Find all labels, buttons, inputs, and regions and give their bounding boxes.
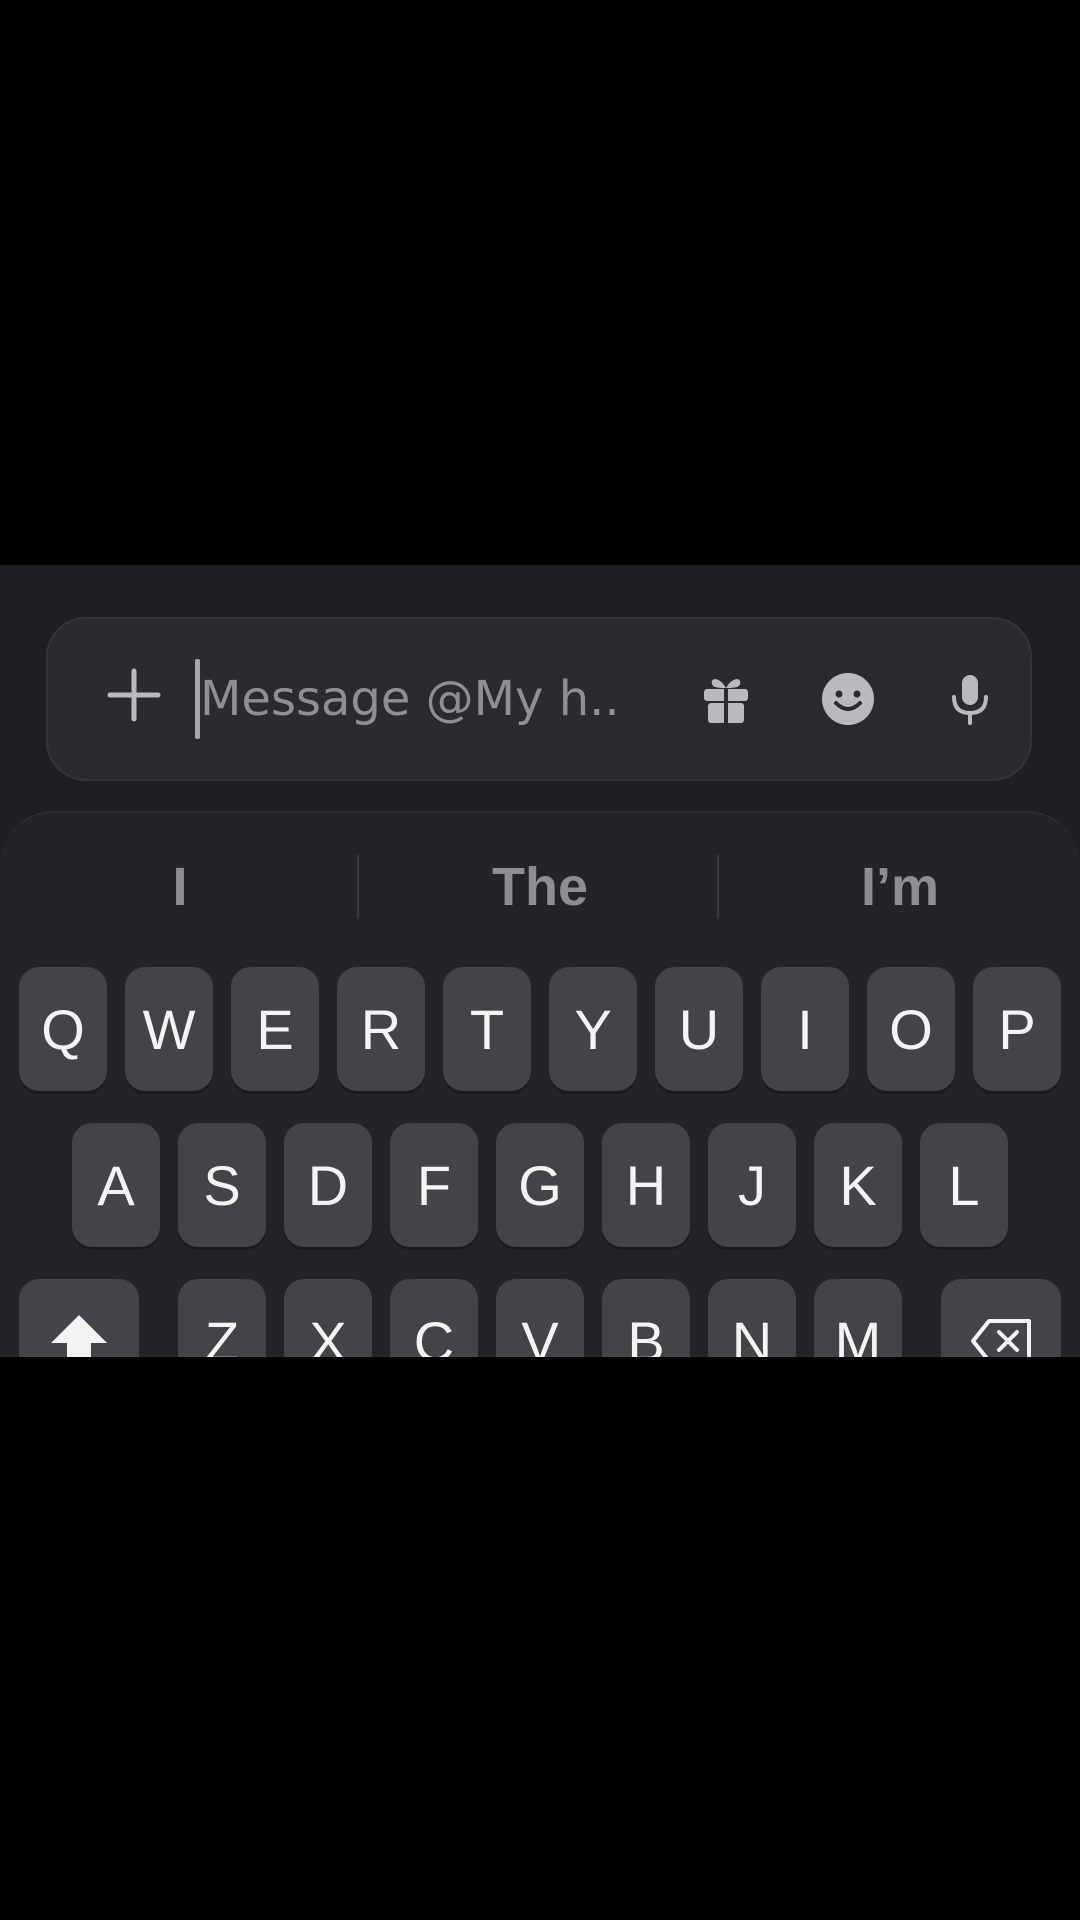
key-label: L <box>948 1153 980 1217</box>
key-label: T <box>469 997 505 1061</box>
suggestion-item[interactable]: I’m <box>750 851 1050 923</box>
key-t[interactable]: T <box>443 967 531 1091</box>
key-label: B <box>627 1309 665 1358</box>
key-j[interactable]: J <box>708 1123 796 1247</box>
key-w[interactable]: W <box>125 967 213 1091</box>
key-label: Y <box>574 997 612 1061</box>
gift-icon <box>704 679 748 723</box>
key-label: N <box>731 1309 773 1358</box>
suggestion-divider <box>717 855 719 919</box>
key-label: E <box>256 997 294 1061</box>
chat-input-area: I The I’m Q W E R T Y U I O P A S D F G … <box>0 565 1080 1357</box>
key-label: H <box>625 1153 667 1217</box>
backspace-icon <box>971 1319 1031 1357</box>
key-label: O <box>889 997 933 1061</box>
key-k[interactable]: K <box>814 1123 902 1247</box>
key-f[interactable]: F <box>390 1123 478 1247</box>
screen: I The I’m Q W E R T Y U I O P A S D F G … <box>0 0 1080 1920</box>
key-r[interactable]: R <box>337 967 425 1091</box>
key-label: V <box>521 1309 559 1358</box>
microphone-icon <box>952 675 988 725</box>
key-label: K <box>839 1153 877 1217</box>
key-label: P <box>998 997 1036 1061</box>
key-q[interactable]: Q <box>19 967 107 1091</box>
key-o[interactable]: O <box>867 967 955 1091</box>
key-label: D <box>307 1153 349 1217</box>
key-i[interactable]: I <box>761 967 849 1091</box>
gift-button[interactable] <box>684 657 768 741</box>
key-label: J <box>738 1153 766 1217</box>
message-composer <box>46 617 1032 781</box>
emoji-button[interactable] <box>806 657 890 741</box>
key-s[interactable]: S <box>178 1123 266 1247</box>
suggestion-item[interactable]: The <box>390 851 690 923</box>
key-b[interactable]: B <box>602 1279 690 1357</box>
key-c[interactable]: C <box>390 1279 478 1357</box>
key-z[interactable]: Z <box>178 1279 266 1357</box>
key-p[interactable]: P <box>973 967 1061 1091</box>
key-d[interactable]: D <box>284 1123 372 1247</box>
key-label: Z <box>204 1309 240 1358</box>
key-y[interactable]: Y <box>549 967 637 1091</box>
key-label: X <box>309 1309 347 1358</box>
key-label: G <box>518 1153 562 1217</box>
key-label: W <box>142 997 196 1061</box>
key-g[interactable]: G <box>496 1123 584 1247</box>
key-label: I <box>797 997 813 1061</box>
key-v[interactable]: V <box>496 1279 584 1357</box>
emoji-icon <box>822 673 874 725</box>
key-n[interactable]: N <box>708 1279 796 1357</box>
key-label: C <box>413 1309 455 1358</box>
key-x[interactable]: X <box>284 1279 372 1357</box>
key-label: A <box>97 1153 135 1217</box>
suggestion-item[interactable]: I <box>30 851 330 923</box>
voice-message-button[interactable] <box>928 657 1012 741</box>
key-m[interactable]: M <box>814 1279 902 1357</box>
key-label: F <box>416 1153 452 1217</box>
backspace-key[interactable] <box>941 1279 1061 1357</box>
key-u[interactable]: U <box>655 967 743 1091</box>
key-l[interactable]: L <box>920 1123 1008 1247</box>
key-label: R <box>360 997 402 1061</box>
suggestion-bar: I The I’m <box>0 813 1080 963</box>
key-h[interactable]: H <box>602 1123 690 1247</box>
suggestion-divider <box>357 855 359 919</box>
add-attachment-button[interactable] <box>104 665 164 725</box>
key-e[interactable]: E <box>231 967 319 1091</box>
key-label: U <box>678 997 720 1061</box>
message-input[interactable] <box>200 657 620 741</box>
shift-icon <box>51 1315 107 1357</box>
on-screen-keyboard: I The I’m Q W E R T Y U I O P A S D F G … <box>0 811 1080 1357</box>
shift-key[interactable] <box>19 1279 139 1357</box>
key-label: S <box>203 1153 241 1217</box>
plus-icon <box>107 668 161 722</box>
key-label: M <box>834 1309 882 1358</box>
key-a[interactable]: A <box>72 1123 160 1247</box>
key-label: Q <box>41 997 85 1061</box>
